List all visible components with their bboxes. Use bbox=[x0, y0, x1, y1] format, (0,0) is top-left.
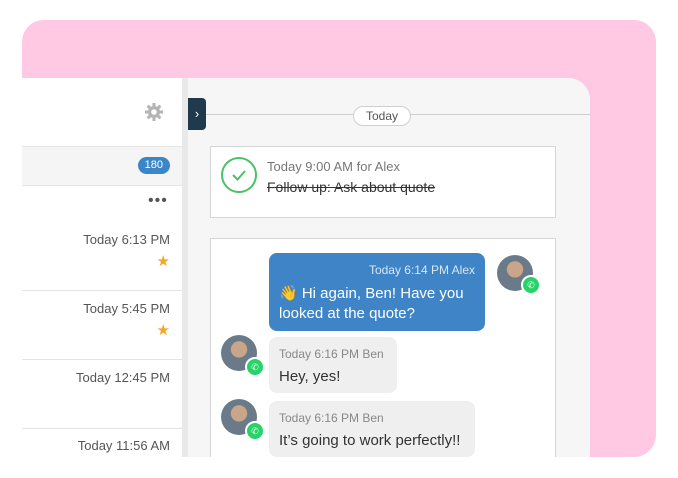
conversation-pane: Today Today 9:00 AM for Alex Follow up: … bbox=[188, 78, 590, 457]
whatsapp-icon: ✆ bbox=[521, 275, 541, 295]
message-meta: Today 6:14 PM Alex bbox=[368, 263, 475, 277]
list-item-time: Today 5:45 PM bbox=[83, 301, 170, 316]
selected-list-row[interactable]: 180 bbox=[22, 146, 182, 186]
list-item-time: Today 12:45 PM bbox=[76, 370, 170, 385]
list-item[interactable]: Today 12:45 PM bbox=[22, 360, 182, 429]
check-circle-icon[interactable] bbox=[221, 157, 257, 193]
list-item-time: Today 11:56 AM bbox=[77, 438, 170, 453]
incoming-message: Today 6:16 PM Ben It’s going to work per… bbox=[269, 401, 475, 457]
collapse-panel-button[interactable]: › bbox=[188, 98, 206, 130]
list-item[interactable]: Today 5:45 PM ★ bbox=[22, 291, 182, 360]
list-item[interactable]: Today 6:13 PM ★ bbox=[22, 222, 182, 291]
star-icon[interactable]: ★ bbox=[157, 321, 170, 339]
date-separator: Today bbox=[353, 106, 412, 126]
message-text: 👋 Hi again, Ben! Have you looked at the … bbox=[279, 285, 464, 322]
whatsapp-icon: ✆ bbox=[245, 357, 265, 377]
message-meta: Today 6:16 PM Ben bbox=[279, 347, 384, 361]
unread-count-badge: 180 bbox=[137, 157, 170, 174]
task-card[interactable]: Today 9:00 AM for Alex Follow up: Ask ab… bbox=[210, 146, 556, 218]
star-icon[interactable]: ★ bbox=[157, 252, 170, 270]
list-item-time: Today 6:13 PM bbox=[83, 232, 170, 247]
message-meta: Today 6:16 PM Ben bbox=[279, 411, 384, 425]
whatsapp-icon: ✆ bbox=[245, 421, 265, 441]
incoming-message: Today 6:16 PM Ben Hey, yes! bbox=[269, 337, 397, 393]
chat-thread: Today 6:14 PM Alex 👋 Hi again, Ben! Have… bbox=[210, 238, 556, 457]
outgoing-message: Today 6:14 PM Alex 👋 Hi again, Ben! Have… bbox=[269, 253, 485, 331]
app-window: 180 ••• Today 6:13 PM ★ Today 5:45 PM ★ … bbox=[22, 78, 590, 457]
message-text: It’s going to work perfectly!! bbox=[279, 432, 461, 449]
more-options-icon[interactable]: ••• bbox=[148, 192, 168, 210]
gear-icon[interactable] bbox=[144, 102, 164, 122]
conversation-list-panel: 180 ••• Today 6:13 PM ★ Today 5:45 PM ★ … bbox=[22, 78, 182, 457]
task-title: Follow up: Ask about quote bbox=[267, 179, 436, 195]
task-meta: Today 9:00 AM for Alex bbox=[267, 159, 400, 174]
list-item[interactable]: Today 11:56 AM bbox=[22, 428, 182, 457]
message-text: Hey, yes! bbox=[279, 368, 341, 385]
